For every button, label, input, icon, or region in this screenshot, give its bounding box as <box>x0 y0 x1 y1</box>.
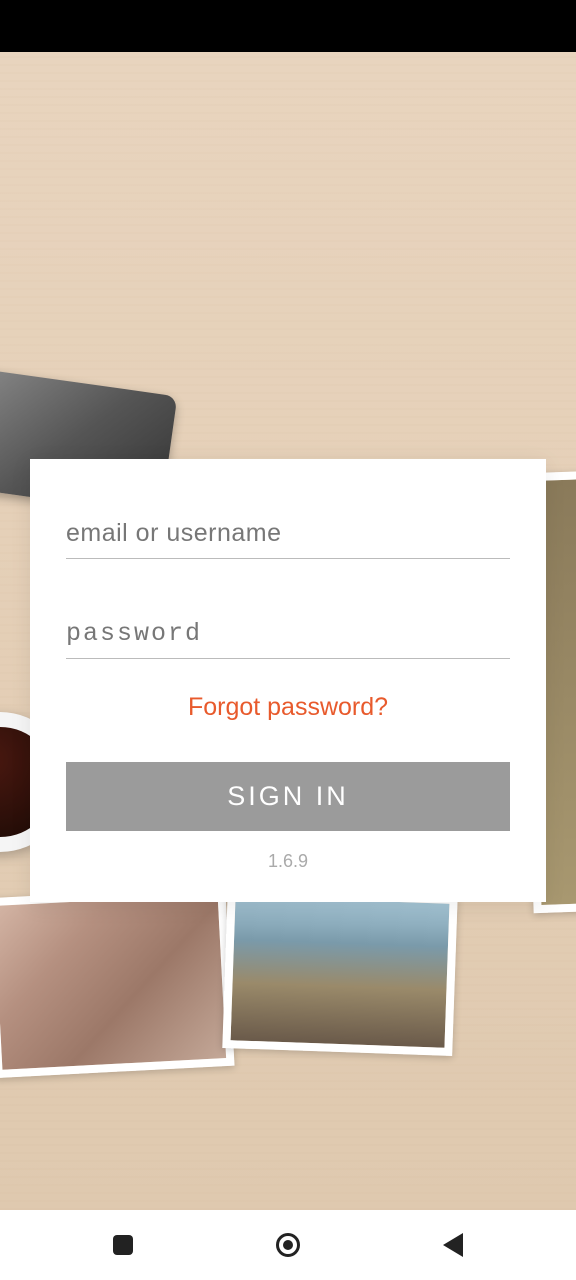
background-photo-bottom-left <box>0 886 235 1078</box>
square-icon <box>113 1235 133 1255</box>
nav-home-button[interactable] <box>275 1232 301 1258</box>
password-input[interactable] <box>66 609 510 659</box>
circle-icon <box>276 1233 300 1257</box>
version-label: 1.6.9 <box>66 851 510 872</box>
nav-recents-button[interactable] <box>110 1232 136 1258</box>
email-username-input[interactable] <box>66 509 510 559</box>
system-nav-bar <box>0 1210 576 1280</box>
sign-in-button[interactable]: SIGN IN <box>66 762 510 831</box>
triangle-back-icon <box>443 1233 463 1257</box>
nav-back-button[interactable] <box>440 1232 466 1258</box>
background-area: Forgot password? SIGN IN 1.6.9 <box>0 52 576 1210</box>
status-bar <box>0 0 576 52</box>
background-photo-bottom-center <box>222 888 457 1056</box>
forgot-password-link[interactable]: Forgot password? <box>66 693 510 722</box>
login-card: Forgot password? SIGN IN 1.6.9 <box>30 459 546 902</box>
